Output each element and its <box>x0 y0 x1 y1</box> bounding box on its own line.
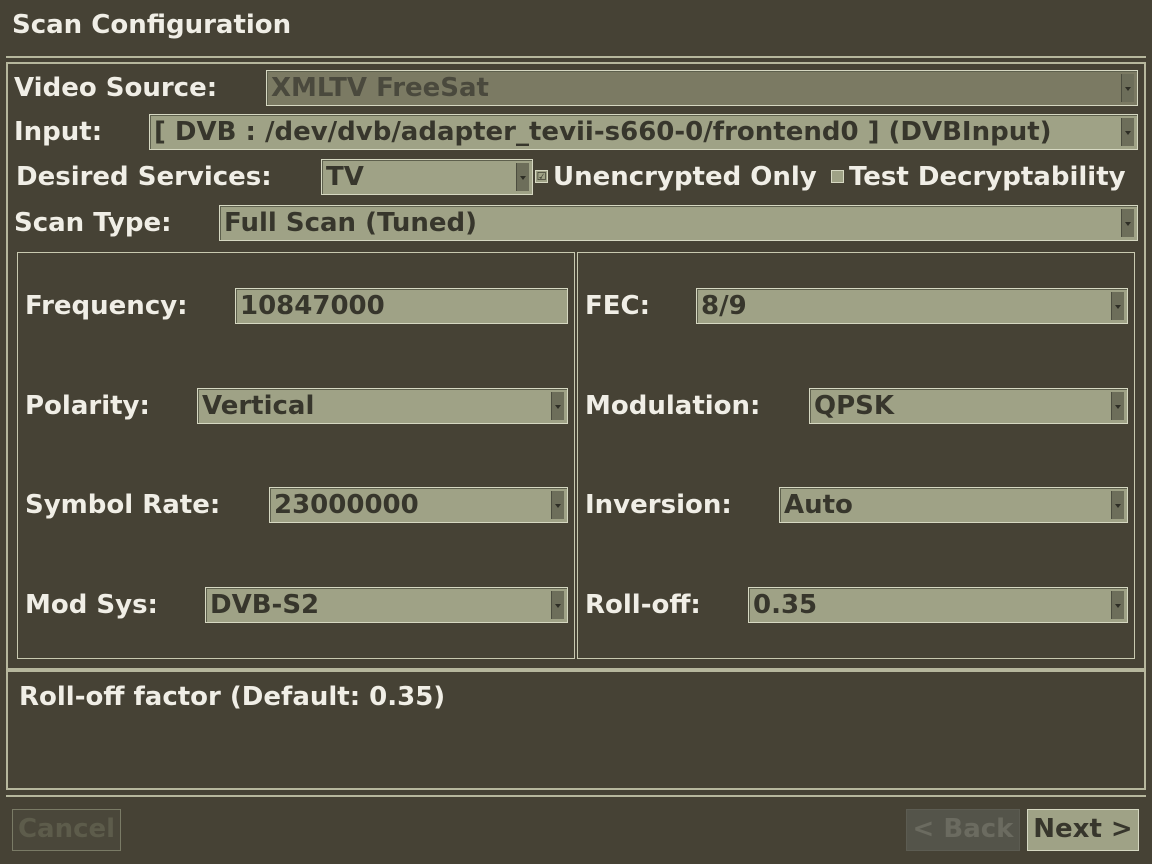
test-decryptability-checkbox[interactable] <box>831 170 844 183</box>
help-text: Roll-off factor (Default: 0.35) <box>19 682 446 712</box>
fec-label: FEC: <box>585 291 650 321</box>
input-select[interactable]: [ DVB : /dev/dvb/adapter_tevii-s660-0/fr… <box>149 114 1138 150</box>
rolloff-value: 0.35 <box>753 590 818 620</box>
cancel-button[interactable]: Cancel <box>12 809 121 851</box>
modulation-select[interactable]: QPSK <box>809 388 1128 424</box>
video-source-label: Video Source: <box>14 73 218 103</box>
modulation-value: QPSK <box>814 391 895 421</box>
desired-services-label: Desired Services: <box>16 162 272 192</box>
mod-sys-value: DVB-S2 <box>210 590 320 620</box>
chevron-down-icon <box>1111 392 1124 420</box>
inversion-label: Inversion: <box>585 490 732 520</box>
frequency-label: Frequency: <box>25 291 188 321</box>
chevron-down-icon <box>551 491 564 519</box>
unencrypted-only-label: Unencrypted Only <box>553 162 817 192</box>
chevron-down-icon <box>1111 491 1124 519</box>
chevron-down-icon <box>1111 292 1124 320</box>
inversion-value: Auto <box>784 490 853 520</box>
desired-services-select[interactable]: TV <box>321 159 533 195</box>
video-source-select[interactable]: XMLTV FreeSat <box>266 70 1138 106</box>
unencrypted-only-checkbox[interactable]: ☑ <box>535 170 548 183</box>
polarity-value: Vertical <box>202 391 315 421</box>
chevron-down-icon <box>1111 591 1124 619</box>
video-source-value: XMLTV FreeSat <box>271 73 489 103</box>
polarity-select[interactable]: Vertical <box>197 388 568 424</box>
symbol-rate-select[interactable]: 23000000 <box>269 487 568 523</box>
modulation-label: Modulation: <box>585 391 761 421</box>
chevron-down-icon <box>1121 118 1134 146</box>
inversion-select[interactable]: Auto <box>779 487 1128 523</box>
next-button[interactable]: Next > <box>1027 809 1139 851</box>
frequency-input[interactable]: 10847000 <box>235 288 568 324</box>
title-divider <box>6 56 1146 58</box>
chevron-down-icon <box>1121 74 1134 102</box>
test-decryptability-label: Test Decryptability <box>849 162 1126 192</box>
scan-type-value: Full Scan (Tuned) <box>224 208 478 238</box>
fec-value: 8/9 <box>701 291 747 321</box>
chevron-down-icon <box>551 591 564 619</box>
back-button[interactable]: < Back <box>906 809 1020 851</box>
chevron-down-icon <box>1121 209 1134 237</box>
scan-type-label: Scan Type: <box>14 208 172 238</box>
symbol-rate-value: 23000000 <box>274 490 419 520</box>
mod-sys-select[interactable]: DVB-S2 <box>205 587 568 623</box>
mod-sys-label: Mod Sys: <box>25 590 158 620</box>
input-value: [ DVB : /dev/dvb/adapter_tevii-s660-0/fr… <box>154 117 1052 147</box>
window-title: Scan Configuration <box>12 10 292 40</box>
symbol-rate-label: Symbol Rate: <box>25 490 221 520</box>
fec-select[interactable]: 8/9 <box>696 288 1128 324</box>
chevron-down-icon <box>551 392 564 420</box>
polarity-label: Polarity: <box>25 391 150 421</box>
rolloff-select[interactable]: 0.35 <box>748 587 1128 623</box>
desired-services-value: TV <box>326 162 364 192</box>
input-label: Input: <box>14 117 103 147</box>
footer-divider <box>6 795 1146 797</box>
chevron-down-icon <box>516 163 529 191</box>
scan-type-select[interactable]: Full Scan (Tuned) <box>219 205 1138 241</box>
rolloff-label: Roll-off: <box>585 590 701 620</box>
